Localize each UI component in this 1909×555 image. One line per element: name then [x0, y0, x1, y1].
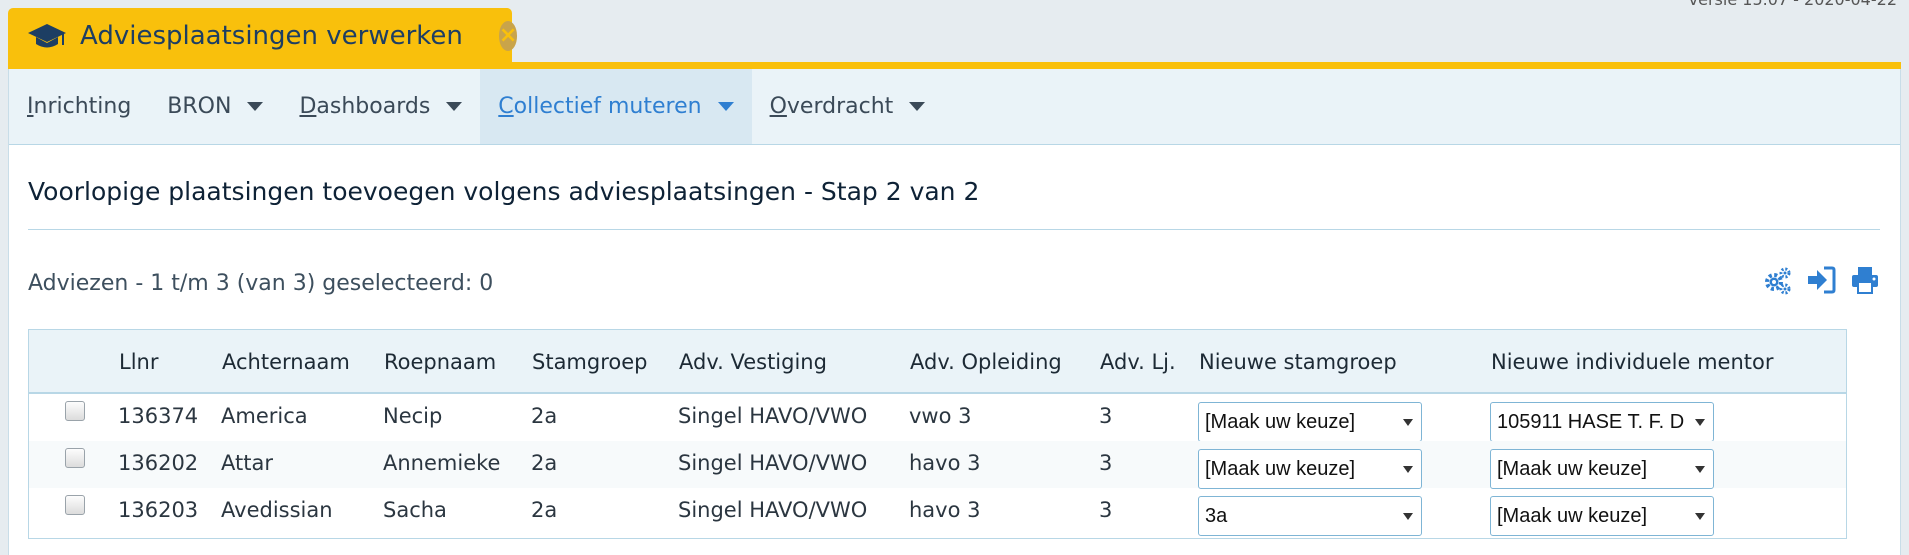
menu-item-label: verdracht — [786, 94, 894, 119]
menu-item-label: ashboards — [316, 94, 431, 119]
settings-gears-icon[interactable] — [1762, 265, 1792, 295]
menu-item-accesskey: C — [498, 94, 514, 119]
cell-stamgroep: 2a — [531, 498, 558, 522]
select-arrow-icon — [1403, 466, 1413, 473]
table-row: 136203 Avedissian Sacha 2a Singel HAVO/V… — [29, 488, 1846, 536]
cell-roepnaam: Sacha — [383, 498, 447, 522]
cell-opleiding: vwo 3 — [909, 404, 972, 428]
cell-opleiding: havo 3 — [909, 451, 981, 475]
print-icon[interactable] — [1850, 265, 1880, 295]
cell-llnr: 136374 — [118, 404, 199, 428]
cell-vestiging: Singel HAVO/VWO — [678, 498, 868, 522]
select-value: [Maak uw keuze] — [1205, 458, 1356, 480]
cell-lj: 3 — [1099, 498, 1113, 522]
cell-llnr: 136202 — [118, 451, 199, 475]
menu-item-inrichting[interactable]: Inrichting — [9, 69, 149, 144]
column-header-adv-vestiging[interactable]: Adv. Vestiging — [679, 350, 827, 374]
caret-down-icon — [247, 102, 264, 111]
select-value: 105911 HASE T. F. D — [1497, 411, 1685, 433]
cell-vestiging: Singel HAVO/VWO — [678, 404, 868, 428]
main-panel: Inrichting BRON Dashboards Collectief mu… — [8, 69, 1901, 555]
cell-stamgroep: 2a — [531, 404, 558, 428]
cell-roepnaam: Necip — [383, 404, 443, 428]
page-title: Voorlopige plaatsingen toevoegen volgens… — [28, 177, 980, 206]
cell-vestiging: Singel HAVO/VWO — [678, 451, 868, 475]
row-checkbox[interactable] — [65, 401, 85, 421]
cell-lj: 3 — [1099, 451, 1113, 475]
column-header-adv-opleiding[interactable]: Adv. Opleiding — [910, 350, 1062, 374]
cell-llnr: 136203 — [118, 498, 199, 522]
menu-item-overdracht[interactable]: Overdracht — [752, 69, 944, 144]
results-summary: Adviezen - 1 t/m 3 (van 3) geselecteerd:… — [28, 271, 494, 296]
version-info: versie 15.07 - 2020-04-22 — [1689, 0, 1897, 9]
menu-item-bron[interactable]: BRON — [149, 69, 281, 144]
menu-item-label: ollectief muteren — [513, 94, 702, 119]
nieuwe-mentor-select[interactable]: [Maak uw keuze] — [1490, 449, 1714, 489]
cell-achternaam: Avedissian — [221, 498, 333, 522]
nieuwe-stamgroep-select[interactable]: [Maak uw keuze] — [1198, 449, 1422, 489]
menu-item-label: BRON — [167, 94, 232, 119]
caret-down-icon — [717, 102, 734, 111]
row-checkbox[interactable] — [65, 495, 85, 515]
menu-item-dashboards[interactable]: Dashboards — [281, 69, 480, 144]
menu-item-accesskey: O — [769, 94, 787, 119]
column-header-adv-lj[interactable]: Adv. Lj. — [1100, 350, 1176, 374]
cell-roepnaam: Annemieke — [383, 451, 501, 475]
sign-in-icon[interactable] — [1806, 265, 1836, 295]
column-header-llnr[interactable]: Llnr — [119, 350, 158, 374]
select-arrow-icon — [1403, 419, 1413, 426]
close-icon[interactable]: × — [498, 21, 518, 51]
divider — [28, 229, 1880, 230]
column-header-nieuwe-mentor[interactable]: Nieuwe individuele mentor — [1491, 350, 1774, 374]
select-value: [Maak uw keuze] — [1497, 505, 1648, 527]
table-row: 136374 America Necip 2a Singel HAVO/VWO … — [29, 394, 1846, 442]
column-header-achternaam[interactable]: Achternaam — [222, 350, 350, 374]
nieuwe-mentor-select[interactable]: 105911 HASE T. F. D — [1490, 402, 1714, 442]
table-header: Llnr Achternaam Roepnaam Stamgroep Adv. … — [29, 330, 1846, 394]
cell-lj: 3 — [1099, 404, 1113, 428]
select-value: [Maak uw keuze] — [1497, 458, 1648, 480]
select-arrow-icon — [1695, 513, 1705, 520]
cell-achternaam: Attar — [221, 451, 273, 475]
window-tab[interactable]: Adviesplaatsingen verwerken × — [8, 8, 518, 64]
menu-item-label: nrichting — [33, 94, 132, 119]
menu-bar: Inrichting BRON Dashboards Collectief mu… — [9, 69, 1900, 145]
nieuwe-stamgroep-select[interactable]: 3a — [1198, 496, 1422, 536]
adviezen-table: Llnr Achternaam Roepnaam Stamgroep Adv. … — [28, 329, 1847, 539]
cell-opleiding: havo 3 — [909, 498, 981, 522]
cell-achternaam: America — [221, 404, 308, 428]
select-arrow-icon — [1403, 513, 1413, 520]
cell-stamgroep: 2a — [531, 451, 558, 475]
tab-title: Adviesplaatsingen verwerken — [80, 21, 463, 51]
nieuwe-mentor-select[interactable]: [Maak uw keuze] — [1490, 496, 1714, 536]
tab-underline — [8, 62, 1901, 69]
select-value: 3a — [1205, 505, 1228, 527]
table-row: 136202 Attar Annemieke 2a Singel HAVO/VW… — [29, 441, 1846, 489]
column-header-roepnaam[interactable]: Roepnaam — [384, 350, 496, 374]
menu-item-collectief-muteren[interactable]: Collectief muteren — [480, 69, 752, 144]
caret-down-icon — [446, 102, 463, 111]
grid-toolbar — [1762, 265, 1880, 295]
graduation-cap-icon — [26, 21, 68, 51]
select-arrow-icon — [1695, 419, 1705, 426]
nieuwe-stamgroep-select[interactable]: [Maak uw keuze] — [1198, 402, 1422, 442]
column-header-stamgroep[interactable]: Stamgroep — [532, 350, 648, 374]
column-header-nieuwe-stamgroep[interactable]: Nieuwe stamgroep — [1199, 350, 1397, 374]
menu-item-accesskey: D — [299, 94, 317, 119]
row-checkbox[interactable] — [65, 448, 85, 468]
select-value: [Maak uw keuze] — [1205, 411, 1356, 433]
select-arrow-icon — [1695, 466, 1705, 473]
caret-down-icon — [909, 102, 926, 111]
